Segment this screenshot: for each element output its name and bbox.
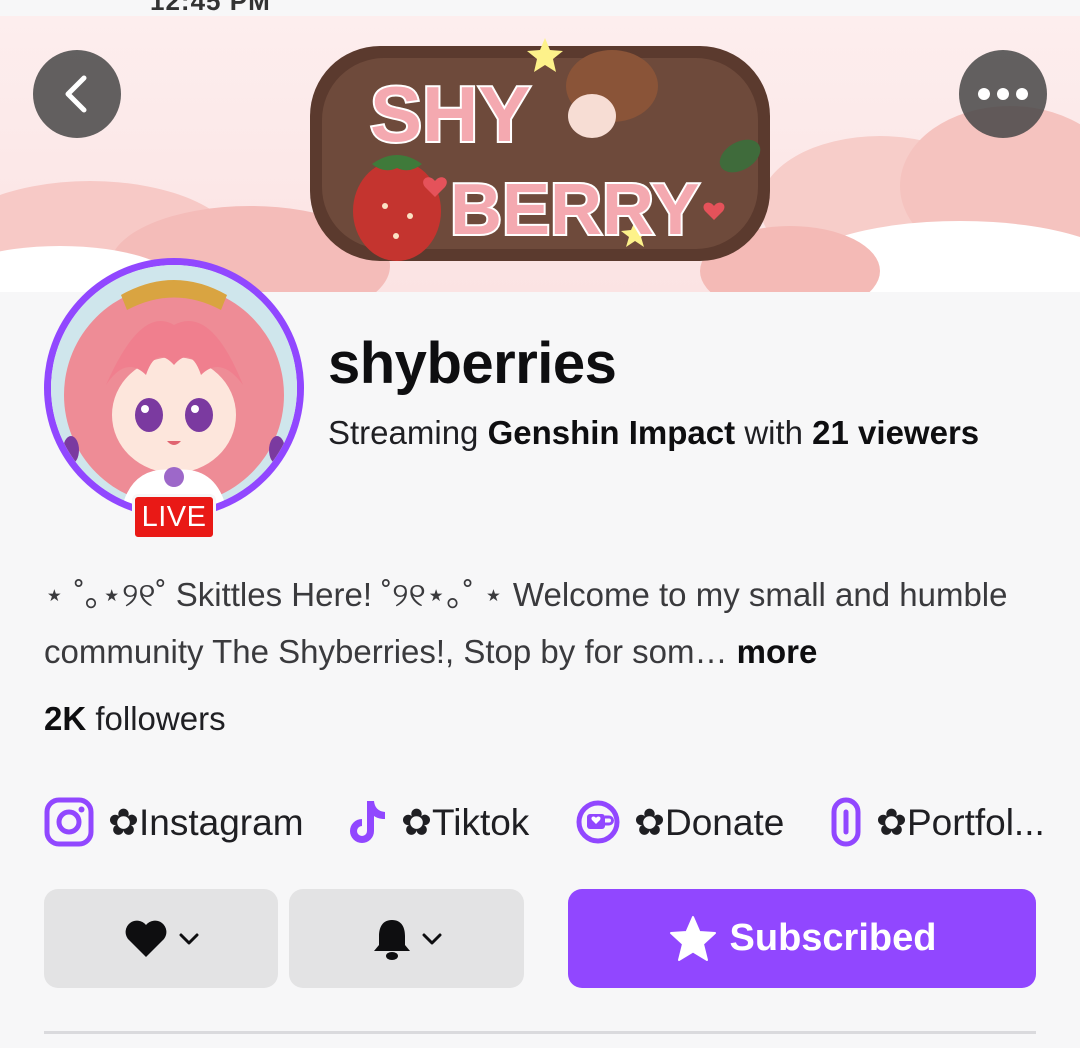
- link-label: ✿Tiktok: [401, 801, 530, 843]
- banner-artwork: SHY BERRY: [0, 38, 1080, 292]
- star-icon: [669, 915, 716, 961]
- link-icon: [830, 797, 862, 847]
- streaming-status: Streaming Genshin Impact with 21 viewers: [328, 414, 979, 452]
- streaming-prefix: Streaming: [328, 414, 479, 451]
- bio-more-link[interactable]: more: [737, 633, 818, 670]
- ellipsis-icon: [978, 88, 1028, 100]
- link-instagram[interactable]: ✿Instagram: [44, 790, 304, 854]
- live-badge: LIVE: [132, 494, 216, 540]
- status-time: 12:45 PM: [150, 0, 271, 16]
- followers-label: followers: [95, 700, 226, 737]
- banner-logo-line1: SHY: [370, 70, 530, 158]
- link-label: ✿Instagram: [108, 801, 304, 843]
- chevron-down-icon: [179, 933, 199, 944]
- subscribed-button[interactable]: Subscribed: [568, 889, 1036, 988]
- avatar[interactable]: [44, 258, 304, 518]
- link-label: ✿Donate: [634, 801, 785, 843]
- tiktok-icon: [347, 799, 387, 845]
- channel-bio: ⋆ ˚｡⋆୨୧˚ Skittles Here! ˚୨୧⋆｡˚ ⋆ Welcome…: [44, 566, 1044, 680]
- banner-logo-line2: BERRY: [450, 170, 699, 250]
- chevron-left-icon: [65, 75, 87, 113]
- followers-number: 2K: [44, 700, 87, 737]
- more-options-button[interactable]: [959, 50, 1047, 138]
- chevron-down-icon: [422, 933, 441, 944]
- bell-icon: [373, 919, 410, 960]
- with-text: with: [744, 414, 803, 451]
- status-bar: 12:45 PM: [0, 0, 1080, 16]
- notifications-button[interactable]: [289, 889, 524, 988]
- link-portfolio[interactable]: ✿Portfol...: [830, 790, 1045, 854]
- channel-banner: SHY BERRY: [0, 16, 1080, 292]
- avatar-image: [51, 265, 297, 511]
- heart-icon: [125, 920, 167, 957]
- channel-name: shyberries: [328, 331, 617, 396]
- link-label: ✿Portfol...: [876, 801, 1045, 843]
- instagram-icon: [44, 797, 94, 847]
- bio-text: ⋆ ˚｡⋆୨୧˚ Skittles Here! ˚୨୧⋆｡˚ ⋆ Welcome…: [44, 576, 1008, 670]
- kofi-donate-icon: [576, 800, 620, 844]
- follow-button[interactable]: [44, 889, 278, 988]
- viewer-count: 21 viewers: [812, 414, 980, 451]
- subscribed-label: Subscribed: [729, 917, 937, 959]
- game-link[interactable]: Genshin Impact: [488, 414, 736, 451]
- social-links: ✿Instagram ✿Tiktok ✿Donate ✿Portfol...: [44, 790, 1064, 854]
- section-divider: [44, 1031, 1036, 1034]
- back-button[interactable]: [33, 50, 121, 138]
- link-tiktok[interactable]: ✿Tiktok: [347, 790, 529, 854]
- followers-count: 2K followers: [44, 700, 226, 738]
- link-donate[interactable]: ✿Donate: [576, 790, 784, 854]
